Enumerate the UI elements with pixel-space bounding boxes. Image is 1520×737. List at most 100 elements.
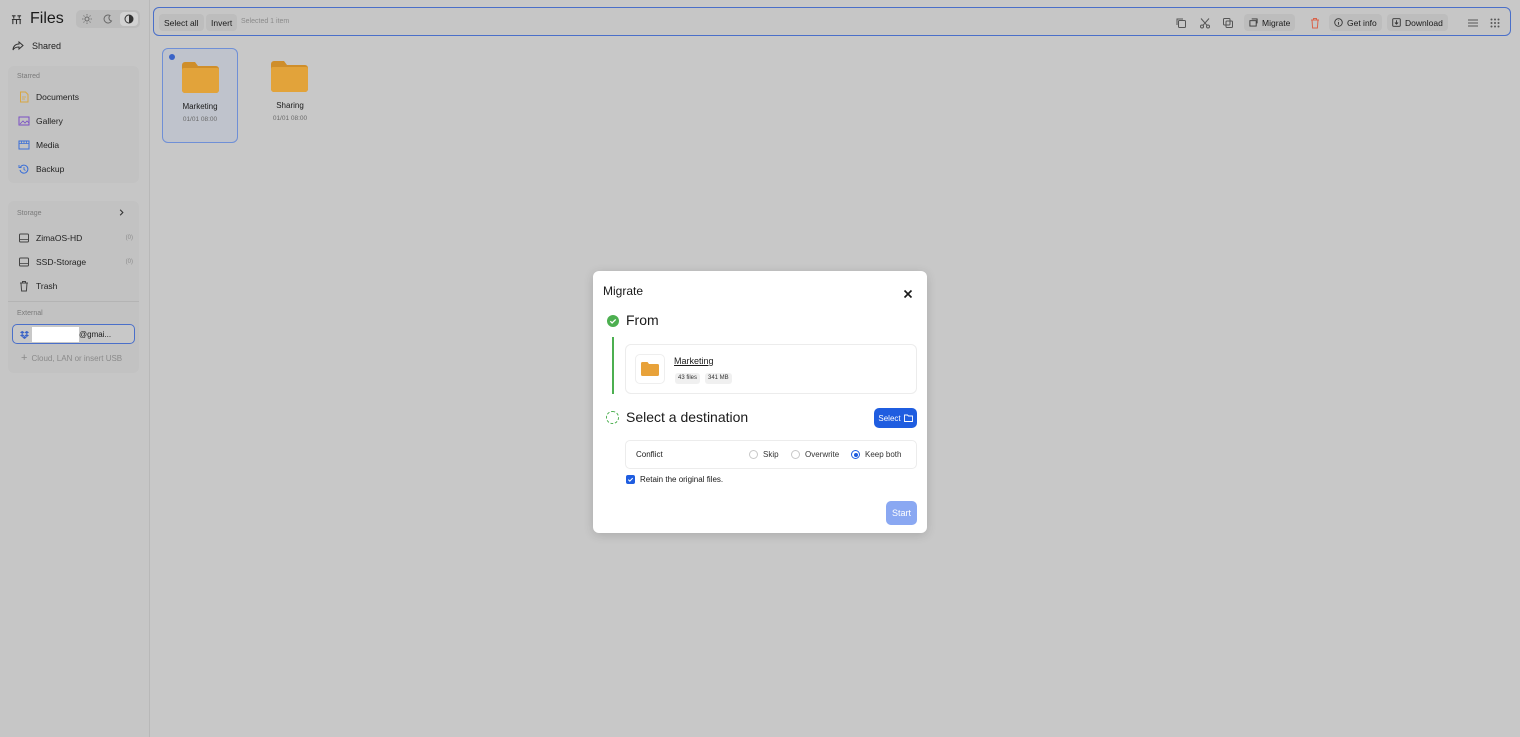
sidebar-item-media[interactable]: Media — [18, 138, 133, 152]
get-info-label: Get info — [1347, 17, 1377, 28]
radio-label: Skip — [763, 450, 779, 459]
file-tile-sharing[interactable]: Sharing 01/01 08:00 — [252, 48, 328, 143]
source-card: Marketing 43 files 341 MB — [625, 344, 917, 394]
sidebar-item-gallery[interactable]: Gallery — [18, 114, 133, 128]
selected-indicator — [169, 54, 175, 60]
sidebar-item-label: Trash — [36, 281, 58, 291]
conflict-keep-both-radio[interactable]: Keep both — [851, 450, 901, 459]
folder-icon — [641, 362, 659, 376]
sidebar-item-label: Gallery — [36, 116, 63, 126]
step-pending-icon — [606, 411, 619, 424]
brand: Files — [11, 9, 64, 29]
sidebar-item-backup[interactable]: Backup — [18, 162, 133, 176]
list-view-icon[interactable] — [1467, 16, 1479, 28]
select-all-button[interactable]: Select all — [159, 14, 204, 31]
file-size-chip: 341 MB — [705, 373, 732, 384]
dialog-title: Migrate — [603, 284, 644, 298]
add-external-storage-link[interactable]: + Cloud, LAN or insert USB — [21, 352, 122, 364]
source-folder-thumb — [635, 354, 665, 384]
conflict-overwrite-radio[interactable]: Overwrite — [791, 450, 839, 459]
storage-panel: Storage ZimaOS-HD (0) SSD-Storage (0) Tr… — [8, 201, 139, 373]
selection-status: Selected 1 item — [241, 18, 290, 25]
radio-circle — [749, 450, 758, 459]
app-logo-icon — [11, 14, 22, 25]
light-mode-icon[interactable] — [78, 12, 96, 26]
grid-view-icon[interactable] — [1489, 16, 1501, 28]
select-destination-button[interactable]: Select — [874, 408, 917, 428]
conflict-label: Conflict — [636, 450, 663, 459]
radio-circle — [791, 450, 800, 459]
select-button-label: Select — [878, 413, 901, 423]
invert-selection-button[interactable]: Invert — [206, 14, 238, 31]
folder-icon — [271, 61, 308, 92]
sidebar-item-zimaos-hd[interactable]: ZimaOS-HD (0) — [18, 231, 133, 245]
cut-icon[interactable] — [1199, 16, 1211, 29]
add-external-label: Cloud, LAN or insert USB — [31, 353, 123, 363]
folder-outline-icon — [903, 414, 913, 422]
divider — [8, 301, 139, 302]
download-label: Download — [1405, 17, 1443, 28]
get-info-button[interactable]: Get info — [1329, 14, 1382, 31]
starred-heading: Starred — [17, 73, 40, 80]
sidebar-item-label: ZimaOS-HD — [36, 233, 83, 243]
sidebar-item-label: Media — [36, 140, 60, 150]
image-icon — [18, 115, 30, 127]
download-button[interactable]: Download — [1387, 14, 1448, 31]
sidebar-item-label: SSD-Storage — [36, 257, 87, 267]
file-date: 01/01 08:00 — [182, 116, 218, 123]
destination-heading: Select a destination — [626, 409, 749, 425]
trash-icon — [18, 280, 30, 292]
backup-icon — [18, 163, 30, 175]
conflict-skip-radio[interactable]: Skip — [749, 450, 779, 459]
theme-switcher — [76, 10, 140, 28]
dark-mode-icon[interactable] — [99, 12, 117, 26]
storage-count-badge: (0) — [125, 235, 133, 241]
duplicate-icon[interactable] — [1222, 16, 1234, 28]
sidebar-item-label: Backup — [36, 164, 65, 174]
file-date: 01/01 08:00 — [272, 115, 308, 122]
radio-label: Overwrite — [805, 450, 840, 459]
migrate-label: Migrate — [1262, 17, 1291, 28]
checkbox-checked-icon — [626, 475, 635, 484]
info-icon — [1334, 18, 1343, 27]
migrate-button[interactable]: Migrate — [1244, 14, 1296, 31]
external-account-item[interactable]: @gmai... — [12, 324, 135, 344]
source-name-link[interactable]: Marketing — [674, 356, 714, 366]
sidebar-item-label: Shared — [32, 41, 62, 51]
copy-icon[interactable] — [1175, 16, 1187, 28]
storage-count-badge: (0) — [125, 259, 133, 265]
drive-icon — [18, 256, 30, 268]
migrate-icon — [1249, 18, 1258, 27]
toolbar: Select all Invert Selected 1 item Migrat… — [153, 7, 1511, 36]
sidebar-item-label: Documents — [36, 92, 79, 102]
close-icon[interactable] — [903, 286, 913, 299]
sidebar-item-documents[interactable]: Documents — [18, 90, 133, 104]
sidebar-item-trash[interactable]: Trash — [18, 279, 133, 293]
start-button[interactable]: Start — [886, 501, 917, 525]
folder-icon — [182, 62, 219, 93]
chevron-right-icon[interactable] — [117, 208, 126, 217]
radio-label: Keep both — [865, 450, 902, 459]
starred-panel: Starred Documents Gallery Media Backup — [8, 66, 139, 183]
app-title: Files — [30, 10, 64, 27]
external-heading: External — [17, 310, 43, 317]
sidebar: Files Shared Starred Documents Gallery M… — [0, 0, 150, 737]
step-connector — [612, 337, 614, 394]
conflict-options: Conflict Skip Overwrite Keep both — [625, 440, 917, 469]
migrate-dialog: Migrate From Marketing 43 files 341 MB S… — [593, 271, 927, 533]
download-icon — [1392, 18, 1401, 27]
plus-icon: + — [21, 352, 28, 364]
from-heading: From — [626, 312, 659, 328]
step-complete-icon — [607, 314, 619, 327]
dropbox-icon — [20, 330, 29, 339]
sidebar-item-ssd-storage[interactable]: SSD-Storage (0) — [18, 255, 133, 269]
sidebar-item-shared[interactable]: Shared — [12, 39, 61, 53]
file-name: Marketing — [182, 102, 218, 111]
file-tile-marketing[interactable]: Marketing 01/01 08:00 — [162, 48, 238, 143]
retain-originals-checkbox[interactable]: Retain the original files. — [626, 475, 723, 484]
auto-theme-icon[interactable] — [120, 12, 138, 26]
document-icon — [18, 91, 30, 103]
delete-icon[interactable] — [1309, 16, 1321, 29]
retain-label: Retain the original files. — [640, 475, 724, 484]
share-icon — [12, 40, 24, 52]
